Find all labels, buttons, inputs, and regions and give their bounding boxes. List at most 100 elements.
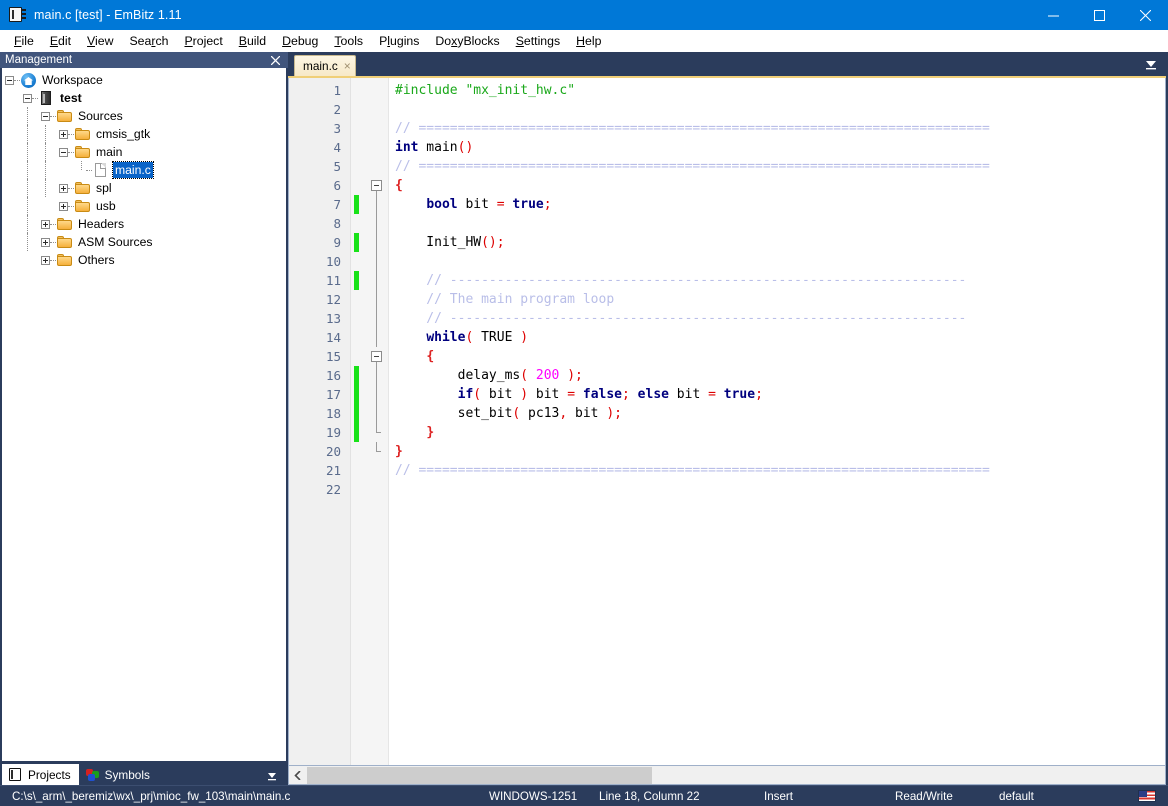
menu-item-view[interactable]: View [79,31,121,51]
menu-item-debug[interactable]: Debug [274,31,326,51]
tree-item-asm-sources[interactable]: ASM Sources [2,233,286,251]
scrollbar-thumb[interactable] [307,766,652,784]
tree-item-headers[interactable]: Headers [2,215,286,233]
code-token: ); [559,368,583,383]
status-profile: default [999,789,1034,803]
menu-item-plugins[interactable]: Plugins [371,31,427,51]
close-icon[interactable] [268,52,282,68]
code-line: // The main program loop [389,290,1165,309]
tree-expander-plus[interactable] [56,179,74,197]
sidebar-tab-symbols[interactable]: Symbols [79,764,158,785]
code-line: bool bit = true; [389,195,1165,214]
code-token: true [723,387,756,402]
code-line: // =====================================… [389,157,1165,176]
tree-item-workspace[interactable]: Workspace [2,71,286,89]
line-number: 21 [325,463,341,478]
tree-indent [20,179,38,197]
tree-expander-minus[interactable] [2,71,20,89]
maximize-button[interactable] [1076,0,1122,30]
tree-item-label: cmsis_gtk [96,127,151,141]
code-line: // =====================================… [389,461,1165,480]
code-text-area[interactable]: #include "mx_init_hw.c" // =============… [389,78,1165,765]
marker-slot [351,100,367,119]
minimize-button[interactable] [1030,0,1076,30]
line-number: 9 [333,235,341,250]
code-token: = [708,387,716,402]
change-marker [351,423,367,442]
chevron-down-icon[interactable] [1144,58,1158,72]
close-button[interactable] [1122,0,1168,30]
editor-tab-label: main.c [303,59,338,73]
fold-slot [367,442,388,461]
scrollbar-track[interactable] [307,766,1165,784]
horizontal-scrollbar[interactable] [288,766,1166,785]
code-token: // =====================================… [395,463,990,478]
tree-expander-minus[interactable] [20,89,38,107]
tree-item-others[interactable]: Others [2,251,286,269]
tree-expander-plus[interactable] [38,251,56,269]
menu-item-search[interactable]: Search [121,31,176,51]
management-panel-header: Management [0,52,288,68]
close-icon[interactable]: × [344,60,351,72]
tree-indent [38,161,56,179]
file-icon [92,162,110,178]
fold-toggle[interactable] [367,347,388,366]
tree-item-main[interactable]: main [2,143,286,161]
code-token: = [496,197,505,212]
tree-expander-plus[interactable] [56,197,74,215]
tree-expander-minus[interactable] [56,143,74,161]
menu-item-settings[interactable]: Settings [508,31,568,51]
tree-item-usb[interactable]: usb [2,197,286,215]
tree-expander-plus[interactable] [38,215,56,233]
tree-item-sources[interactable]: Sources [2,107,286,125]
chevron-left-icon[interactable] [289,766,307,784]
menu-item-file[interactable]: File [6,31,42,51]
menu-item-edit[interactable]: Edit [42,31,79,51]
chip-icon [38,90,56,106]
marker-slot [351,290,367,309]
menu-item-build[interactable]: Build [231,31,274,51]
marker-slot [351,157,367,176]
line-number: 3 [333,121,341,136]
chevron-down-icon[interactable] [266,769,278,781]
tree-item-main-c[interactable]: main.c [2,161,286,179]
folder-icon [74,198,92,214]
tree-indent [20,125,38,143]
code-editor-surface[interactable]: 1 2 3 4 5 6 7 8 9 10 11 12 13 14 15 16 17 18 19 20 21 22 #inc… [288,78,1166,766]
sidebar-tab-bar: Projects Symbols [0,761,288,785]
fold-toggle[interactable] [367,176,388,195]
tree-item-label: test [60,91,82,105]
title-bar: main.c [test] - EmBitz 1.11 [0,0,1168,30]
menu-item-help[interactable]: Help [568,31,609,51]
menu-item-project[interactable]: Project [176,31,230,51]
marker-slot [351,119,367,138]
code-token: { [426,349,435,364]
line-number: 20 [325,444,341,459]
marker-slot [351,461,367,480]
change-marker [351,233,367,252]
tree-expander-plus[interactable] [56,125,74,143]
menu-item-tools[interactable]: Tools [326,31,371,51]
fold-slot [367,214,388,233]
sidebar-tab-projects[interactable]: Projects [2,764,79,785]
code-folding-column[interactable] [367,78,389,765]
code-token: while [426,330,466,345]
status-cursor-position: Line 18, Column 22 [599,789,700,803]
fold-slot [367,233,388,252]
editor-tab-main-c[interactable]: main.c × [294,55,356,76]
line-number: 8 [333,216,341,231]
tree-expander-plus[interactable] [38,233,56,251]
tree-item-cmsis-gtk[interactable]: cmsis_gtk [2,125,286,143]
tree-expander-minus[interactable] [38,107,56,125]
tree-item-test[interactable]: test [2,89,286,107]
project-tree[interactable]: Workspace test Sources cmsis_gtkmain main.c s… [2,68,286,761]
menu-item-doxyblocks[interactable]: DoxyBlocks [427,31,507,51]
editor-pane: main.c × 1 2 3 4 5 6 7 8 9 10 11 12 13 14 15 16 17 18 19 20… [288,52,1168,785]
code-token: if [457,387,474,402]
tree-item-spl[interactable]: spl [2,179,286,197]
